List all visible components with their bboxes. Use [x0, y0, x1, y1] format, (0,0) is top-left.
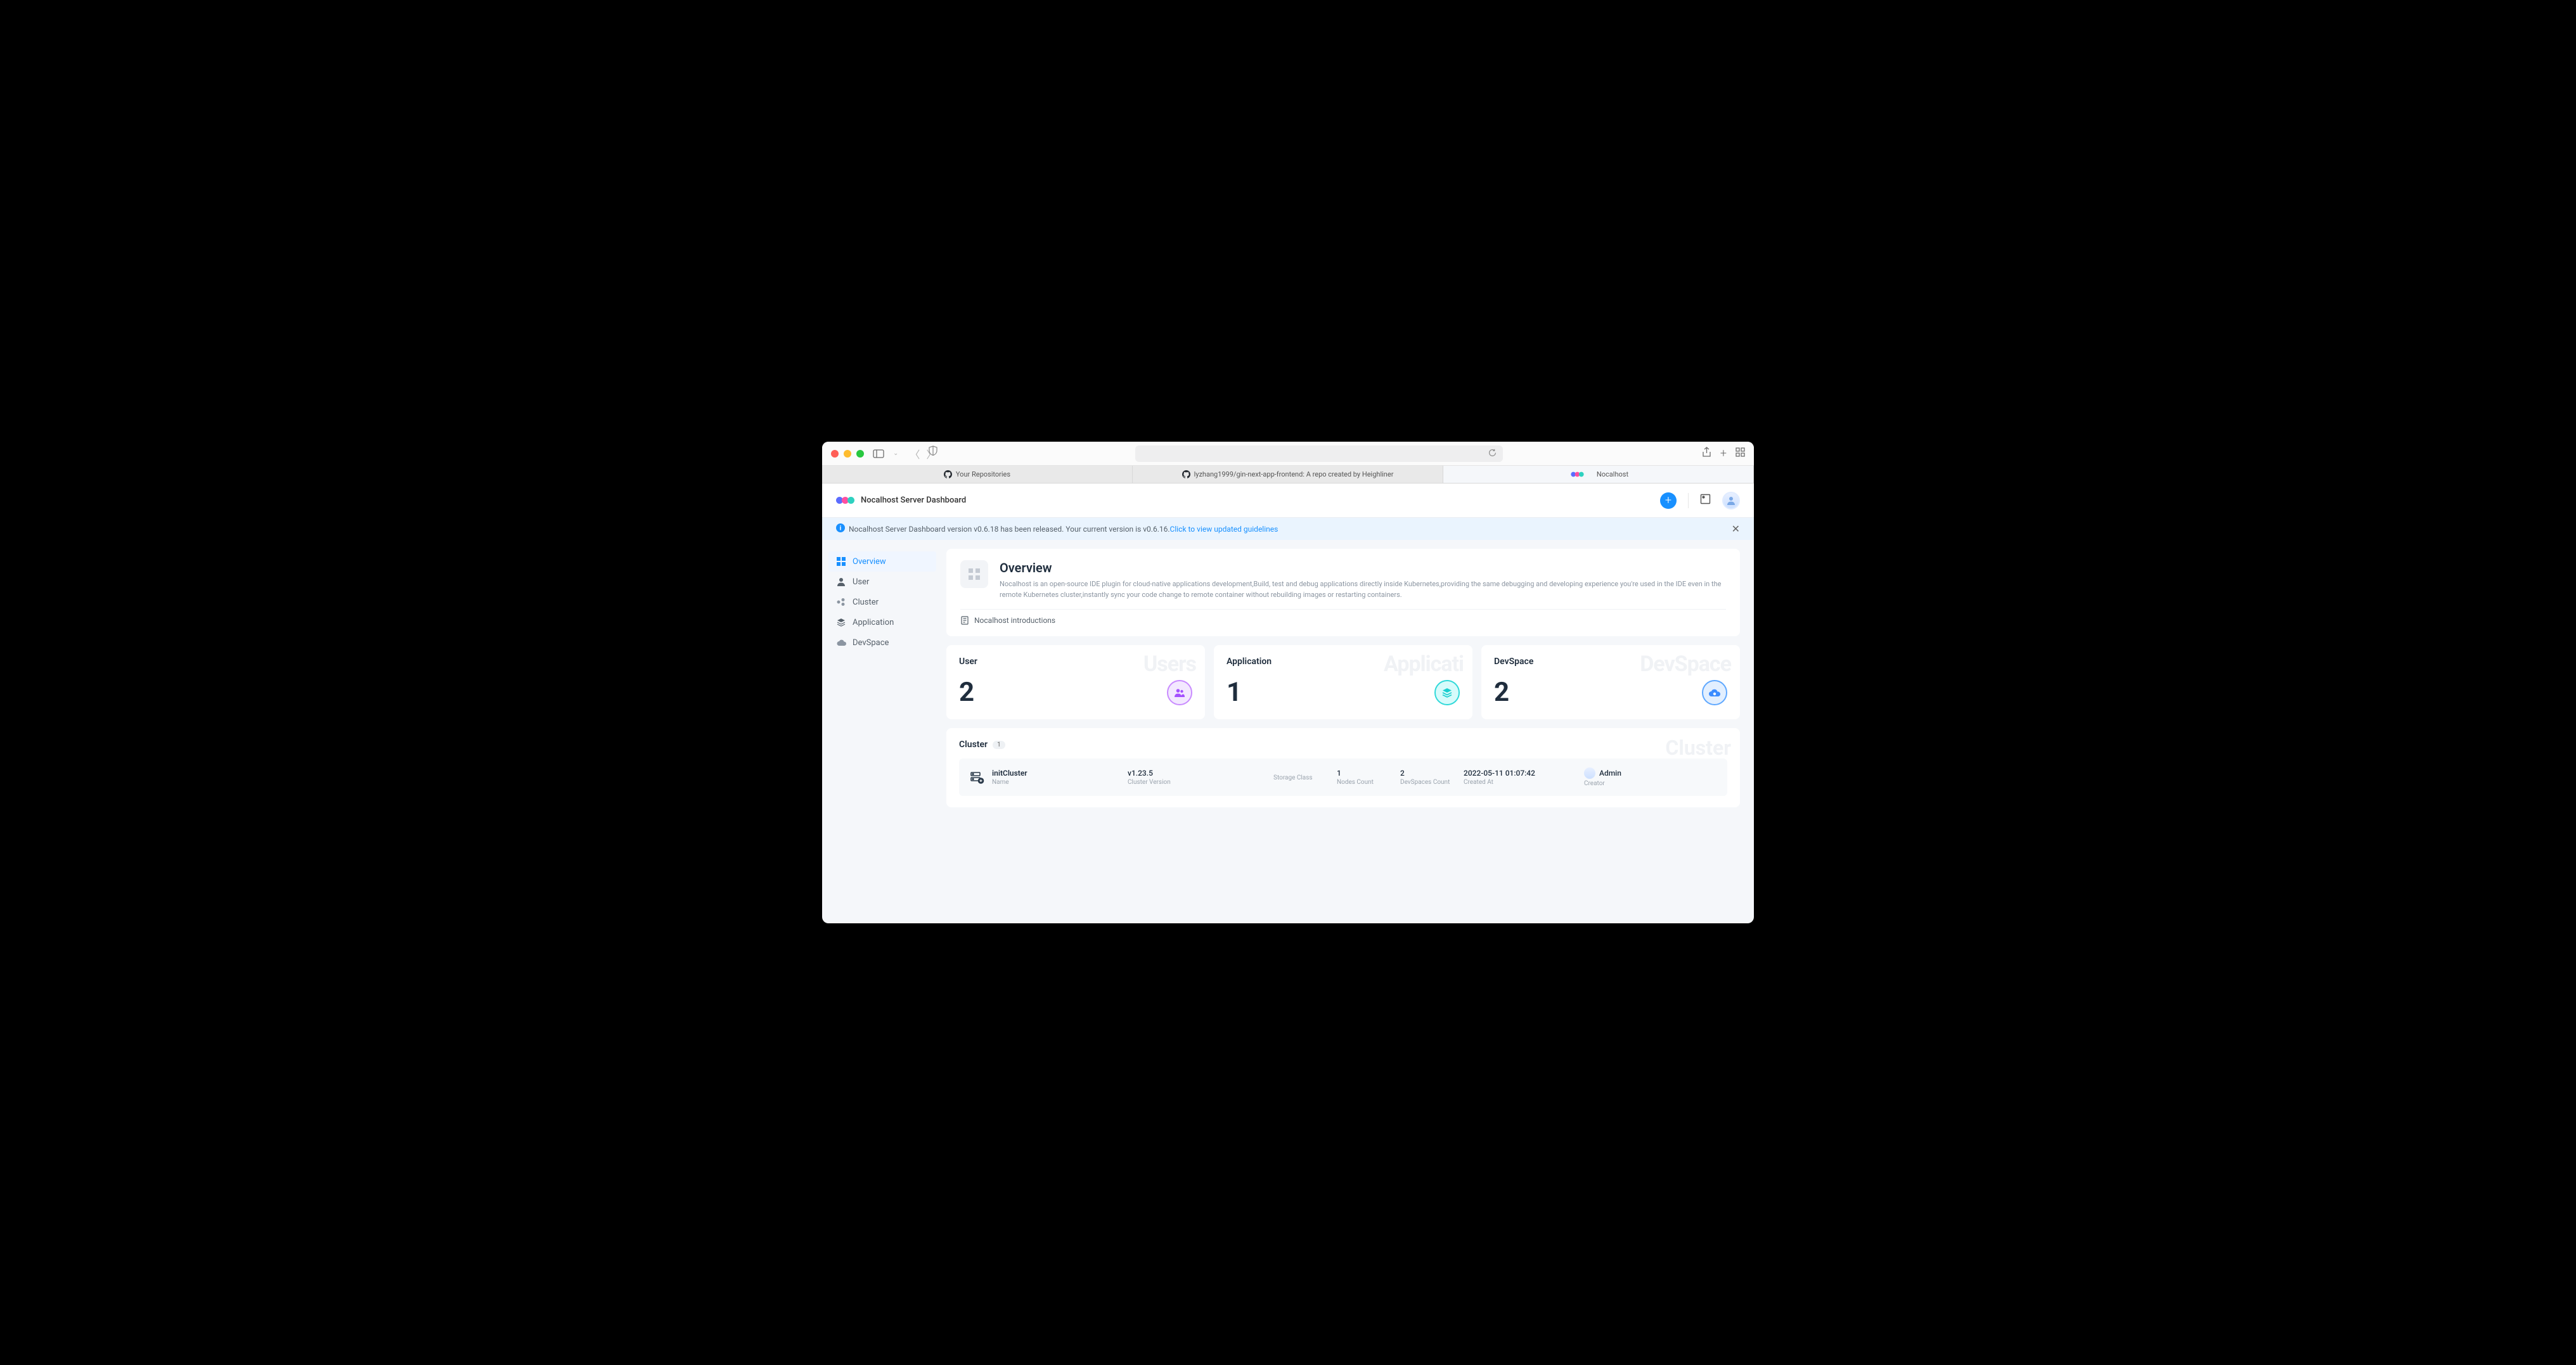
- add-button[interactable]: +: [1660, 492, 1677, 509]
- ghost-label: Cluster: [1665, 736, 1731, 760]
- creator-avatar-icon: [1584, 767, 1595, 779]
- sidebar-item-cluster[interactable]: Cluster: [828, 592, 936, 612]
- card-value: 2: [1494, 677, 1727, 708]
- cloud-icon: [836, 638, 846, 648]
- nav-back-icon[interactable]: 〈: [910, 446, 920, 461]
- github-icon: [944, 470, 952, 478]
- expand-icon[interactable]: [1700, 494, 1711, 507]
- grid-icon: [836, 556, 846, 567]
- server-icon: [969, 770, 984, 785]
- sidebar-item-devspace[interactable]: DevSpace: [828, 632, 936, 653]
- cluster-count-badge: 1: [993, 741, 1005, 749]
- divider: [1688, 493, 1689, 508]
- browser-window: ⌄ 〈 〉 + Your: [822, 442, 1754, 923]
- card-value: 1: [1227, 677, 1460, 708]
- shield-icon[interactable]: [929, 445, 937, 456]
- cluster-panel: Cluster Cluster 1 initCluster Name: [946, 728, 1740, 807]
- footer-placeholder: [822, 914, 1754, 923]
- tab-label: Nocalhost: [1597, 470, 1628, 478]
- address-bar[interactable]: [1135, 445, 1503, 462]
- sidebar-toggle-icon[interactable]: [873, 449, 884, 458]
- cluster-icon: [836, 597, 846, 607]
- browser-tabs: Your Repositories lyzhang1999/gin-next-a…: [822, 466, 1754, 484]
- nocalhost-logo-icon: [836, 497, 854, 504]
- card-value: 2: [959, 677, 1192, 708]
- github-icon: [1182, 470, 1190, 478]
- app-title: Nocalhost Server Dashboard: [861, 496, 966, 505]
- stat-cards: Users User 2 Applicati Application 1: [946, 645, 1740, 719]
- sidebar-item-label: DevSpace: [853, 638, 889, 648]
- cluster-creator: Admin: [1599, 769, 1621, 778]
- cluster-creator-label: Creator: [1584, 780, 1621, 787]
- cluster-nodes: 1: [1337, 769, 1388, 778]
- cluster-version: v1.23.5: [1128, 769, 1261, 778]
- maximize-window-button[interactable]: [856, 450, 864, 458]
- document-icon: [960, 616, 969, 625]
- overview-grid-icon: [960, 560, 988, 588]
- cluster-row[interactable]: initCluster Name v1.23.5 Cluster Version…: [959, 759, 1727, 796]
- sidebar-item-label: Application: [853, 618, 894, 627]
- chevron-down-icon[interactable]: ⌄: [893, 450, 898, 457]
- nocalhost-icon: [1571, 472, 1583, 477]
- cluster-created-label: Created At: [1464, 779, 1571, 786]
- person-icon: [1726, 496, 1736, 506]
- tab-label: lyzhang1999/gin-next-app-frontend: A rep…: [1194, 470, 1394, 478]
- app-body: Overview User Cluster Application: [822, 540, 1754, 914]
- layers-icon: [1434, 680, 1460, 705]
- user-icon: [836, 577, 846, 587]
- banner-text: Nocalhost Server Dashboard version v0.6.…: [849, 525, 1170, 534]
- stat-card-application[interactable]: Applicati Application 1: [1214, 645, 1472, 719]
- update-banner: i Nocalhost Server Dashboard version v0.…: [822, 518, 1754, 540]
- ghost-label: DevSpace: [1640, 651, 1731, 677]
- cluster-version-label: Cluster Version: [1128, 779, 1261, 786]
- tab-label: Your Repositories: [956, 470, 1010, 478]
- mac-titlebar: ⌄ 〈 〉 +: [822, 442, 1754, 466]
- cluster-nodes-label: Nodes Count: [1337, 779, 1388, 786]
- cloud-sync-icon: [1702, 680, 1727, 705]
- sidebar-item-application[interactable]: Application: [828, 612, 936, 632]
- cluster-name: initCluster: [992, 769, 1027, 778]
- tab-nocalhost[interactable]: Nocalhost: [1443, 466, 1754, 483]
- app-header: Nocalhost Server Dashboard +: [822, 484, 1754, 518]
- tab-gin-next-app[interactable]: lyzhang1999/gin-next-app-frontend: A rep…: [1133, 466, 1443, 483]
- sidebar-item-user[interactable]: User: [828, 572, 936, 592]
- cluster-title: Cluster: [959, 740, 988, 750]
- tab-your-repositories[interactable]: Your Repositories: [822, 466, 1133, 483]
- ghost-label: Users: [1143, 651, 1196, 677]
- cluster-created: 2022-05-11 01:07:42: [1464, 769, 1571, 778]
- layers-icon: [836, 617, 846, 627]
- overview-title: Overview: [1000, 560, 1726, 575]
- banner-link[interactable]: Click to view updated guidelines: [1170, 525, 1278, 534]
- new-tab-icon[interactable]: +: [1720, 447, 1727, 460]
- stat-card-user[interactable]: Users User 2: [946, 645, 1205, 719]
- cluster-devspaces-label: DevSpaces Count: [1400, 779, 1451, 786]
- sidebar: Overview User Cluster Application: [822, 540, 943, 914]
- users-icon: [1167, 680, 1192, 705]
- stat-card-devspace[interactable]: DevSpace DevSpace 2: [1481, 645, 1740, 719]
- main-content: Overview Nocalhost is an open-source IDE…: [943, 540, 1754, 914]
- cluster-name-label: Name: [992, 779, 1027, 786]
- close-banner-icon[interactable]: ✕: [1732, 523, 1740, 535]
- overview-description: Nocalhost is an open-source IDE plugin f…: [1000, 579, 1726, 600]
- cluster-devspaces: 2: [1400, 769, 1451, 778]
- reload-icon[interactable]: [1488, 447, 1497, 459]
- tab-overview-icon[interactable]: [1736, 447, 1745, 459]
- minimize-window-button[interactable]: [844, 450, 851, 458]
- share-icon[interactable]: [1702, 447, 1711, 460]
- close-window-button[interactable]: [831, 450, 839, 458]
- cluster-storage-label: Storage Class: [1273, 774, 1324, 781]
- sidebar-item-overview[interactable]: Overview: [828, 551, 936, 572]
- sidebar-item-label: Cluster: [853, 598, 879, 607]
- user-avatar[interactable]: [1722, 492, 1740, 509]
- intro-label: Nocalhost introductions: [974, 616, 1055, 625]
- svg-text:i: i: [840, 525, 842, 532]
- traffic-lights: [831, 450, 864, 458]
- sidebar-item-label: User: [853, 577, 869, 587]
- sidebar-item-label: Overview: [853, 557, 886, 567]
- ghost-label: Applicati: [1384, 651, 1464, 677]
- intro-link[interactable]: Nocalhost introductions: [960, 609, 1726, 625]
- info-icon: i: [836, 523, 845, 534]
- overview-panel: Overview Nocalhost is an open-source IDE…: [946, 549, 1740, 636]
